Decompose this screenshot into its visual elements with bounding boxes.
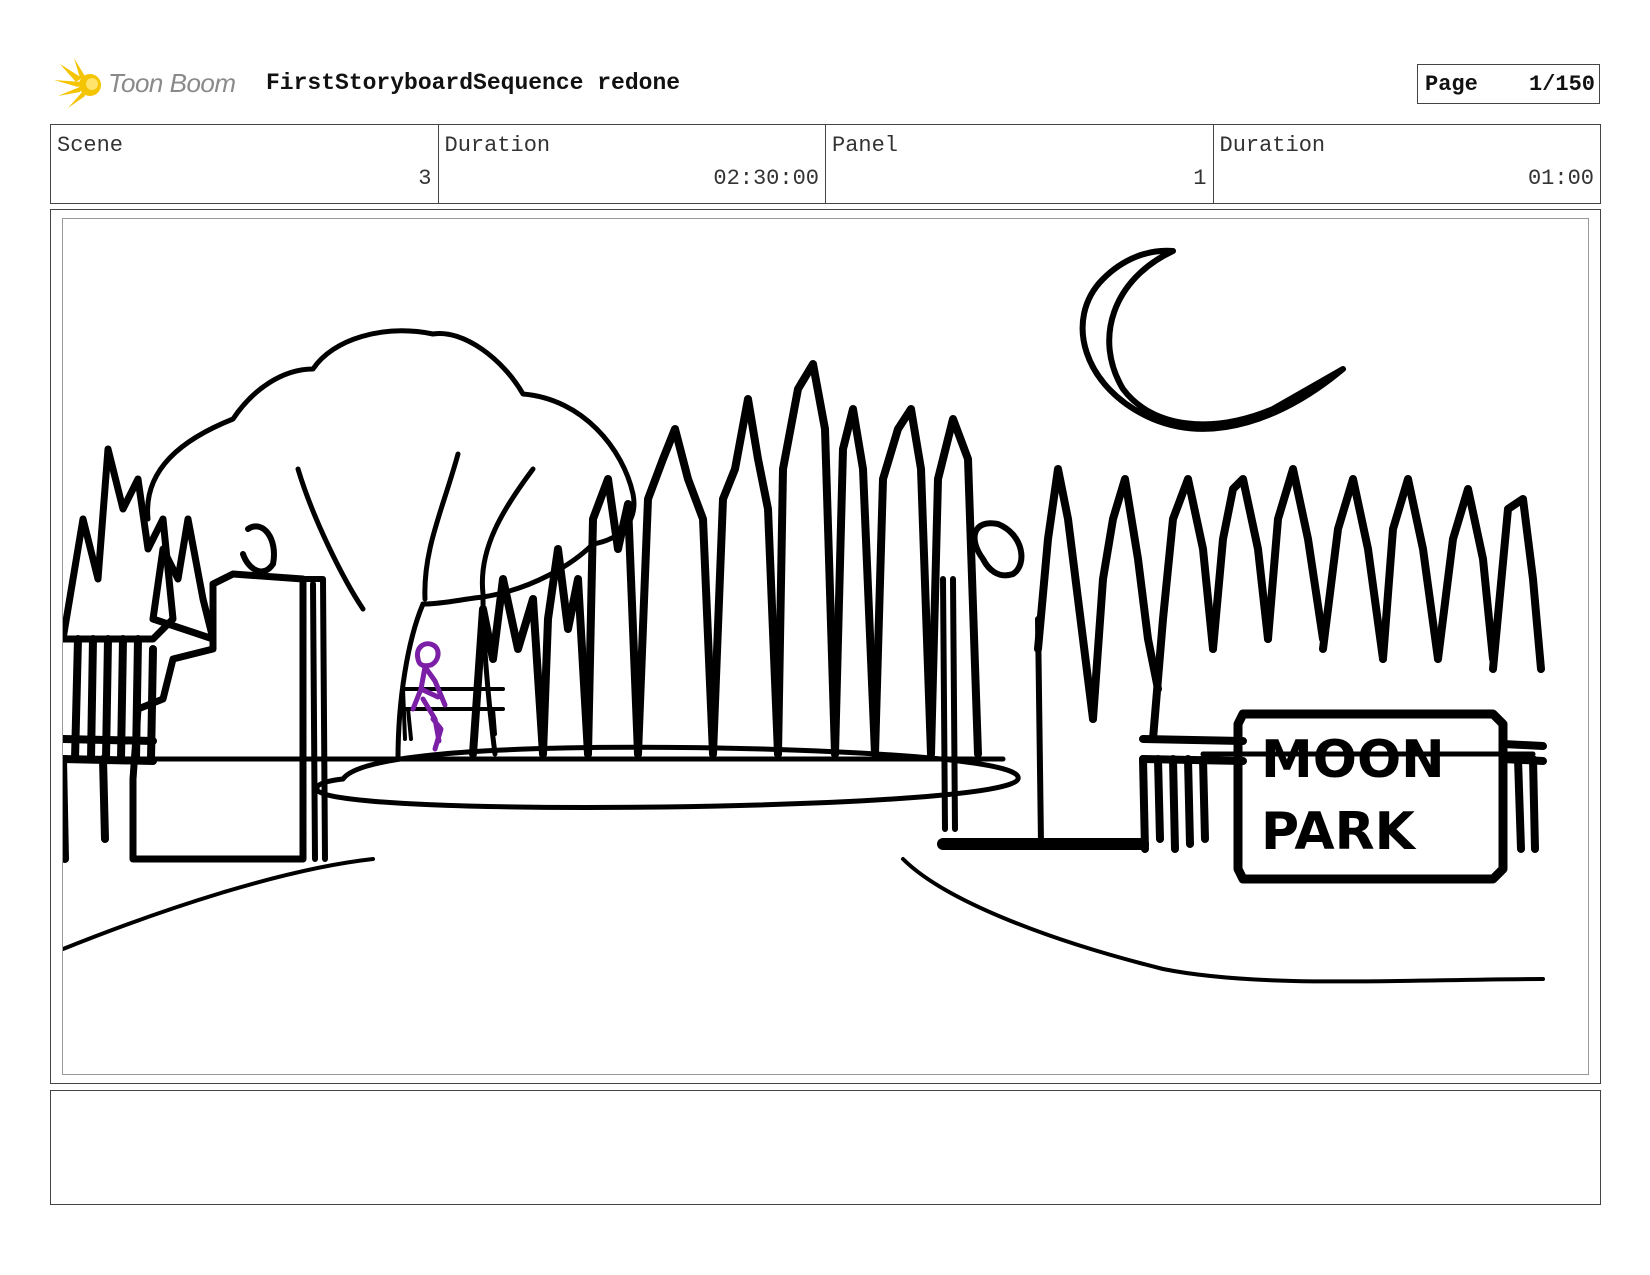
big-tree-branch-2 (295, 466, 366, 612)
left-path (63, 857, 375, 951)
big-tree-branch (422, 451, 461, 602)
panel-notes-box[interactable] (50, 1090, 1601, 1205)
toon-boom-burst-icon (54, 58, 101, 108)
panel-duration-value: 01:00 (1527, 166, 1594, 191)
pine-forest (469, 360, 1545, 758)
sequence-title: FirstStoryboardSequence redone (266, 70, 681, 96)
panel-info-row: Scene 3 Duration 02:30:00 Panel 1 Durati… (50, 124, 1601, 204)
sign-line-2: PARK (1261, 802, 1417, 862)
scene-cell: Scene 3 (51, 125, 439, 203)
plaza-ellipse (314, 744, 1021, 810)
panel-duration-cell: Duration 01:00 (1214, 125, 1601, 203)
scene-duration-label: Duration (444, 133, 551, 158)
page-value: 1/150 (1528, 72, 1595, 97)
right-wall-top (1035, 616, 1146, 847)
character-figure (410, 641, 448, 752)
storyboard-sketch: MOON PARK (63, 247, 1547, 984)
panel-safe-area: MOON PARK (62, 218, 1589, 1075)
scene-duration-value: 02:30:00 (713, 166, 819, 191)
panel-image-frame: MOON PARK (50, 209, 1601, 1084)
left-fence-rail (63, 735, 157, 863)
moon-crescent (1079, 247, 1346, 432)
page-indicator: Page 1/150 (1417, 64, 1600, 104)
left-wall-ornament (240, 523, 277, 575)
scene-label: Scene (57, 133, 124, 158)
scene-duration-cell: Duration 02:30:00 (439, 125, 826, 203)
panel-label: Panel (832, 133, 899, 158)
moon-park-sign-text: MOON PARK (1261, 730, 1445, 862)
page-label: Page (1425, 72, 1478, 97)
panel-duration-label: Duration (1219, 133, 1326, 158)
scene-value: 3 (418, 166, 432, 191)
big-tree-branch-3 (479, 466, 536, 597)
sign-line-1: MOON (1261, 730, 1445, 790)
logo-text: Toon Boom (108, 68, 236, 98)
round-bush (971, 520, 1025, 579)
toon-boom-logo: Toon Boom (52, 56, 252, 112)
left-wall-block (129, 570, 307, 863)
panel-value: 1 (1193, 166, 1207, 191)
panel-cell: Panel 1 (826, 125, 1214, 203)
